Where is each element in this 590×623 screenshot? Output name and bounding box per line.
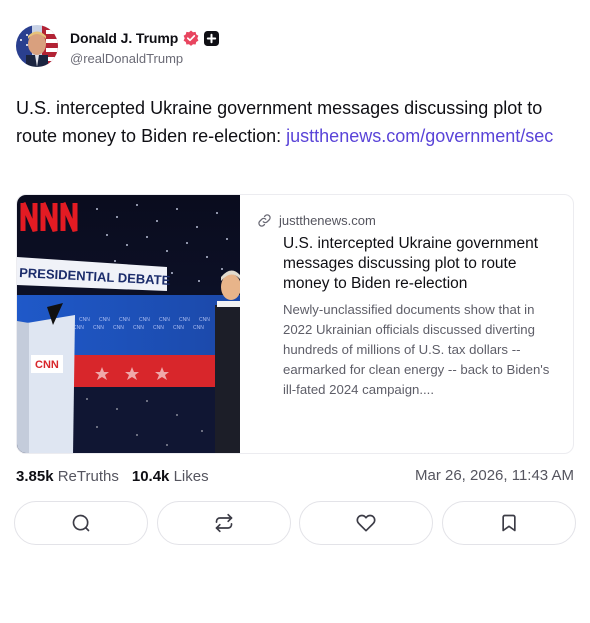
- avatar[interactable]: [16, 25, 58, 67]
- author-handle[interactable]: @realDonaldTrump: [70, 51, 183, 66]
- card-domain-row: justthenews.com: [257, 211, 557, 229]
- truth-post: Donald J. Trump @realDonaldTrump U.S. in…: [0, 0, 590, 623]
- likes-stat[interactable]: 10.4k Likes: [132, 468, 209, 485]
- svg-text:CNN: CNN: [159, 317, 170, 323]
- svg-text:CNN: CNN: [179, 317, 190, 323]
- retruth-icon: [215, 513, 232, 533]
- reply-button[interactable]: [14, 501, 148, 545]
- post-timestamp[interactable]: Mar 26, 2026, 11:43 AM: [415, 466, 574, 486]
- avatar-image: [16, 25, 58, 67]
- likes-count: 10.4k: [131, 467, 170, 485]
- svg-text:CNN: CNN: [119, 317, 130, 323]
- verified-badge-icon: [183, 30, 199, 46]
- svg-text:CNN: CNN: [133, 325, 144, 331]
- action-bar: [14, 501, 576, 545]
- engagement-stats: 3.85k ReTruths 10.4k Likes: [16, 466, 209, 486]
- like-button[interactable]: [299, 501, 434, 545]
- svg-text:CNN: CNN: [173, 325, 184, 331]
- retruths-stat[interactable]: 3.85k ReTruths: [16, 468, 119, 485]
- bookmark-button[interactable]: [441, 501, 576, 545]
- post-body: U.S. intercepted Ukraine government mess…: [16, 94, 576, 150]
- card-description: Newly-unclassified documents show that i…: [283, 302, 550, 397]
- svg-text:CNN: CNN: [199, 317, 210, 323]
- author-name[interactable]: Donald J. Trump: [70, 30, 178, 46]
- network-logo-text: CNN: [35, 359, 59, 371]
- author-row: Donald J. Trump: [70, 29, 220, 47]
- svg-text:CNN: CNN: [93, 325, 104, 331]
- retruth-button[interactable]: [156, 501, 291, 545]
- card-image: PRESIDENTIAL DEBATE CNN CNN CNN CNN CNN CNN CN…: [17, 195, 240, 453]
- retruths-count: 3.85k: [16, 467, 54, 485]
- plus-badge-icon: [204, 30, 220, 46]
- heart-icon: [356, 514, 376, 532]
- link-icon: [257, 213, 272, 228]
- retruths-label: ReTruths: [57, 467, 119, 485]
- card-title[interactable]: U.S. intercepted Ukraine government mess…: [283, 234, 551, 294]
- svg-text:CNN: CNN: [113, 325, 124, 331]
- link-preview-card[interactable]: PRESIDENTIAL DEBATE CNN CNN CNN CNN CNN CNN CN…: [16, 194, 574, 454]
- post-link[interactable]: justthenews.com/government/sec: [286, 126, 553, 146]
- card-domain: justthenews.com: [279, 212, 376, 228]
- comment-icon: [72, 514, 90, 532]
- likes-label: Likes: [173, 467, 209, 485]
- svg-text:CNN: CNN: [193, 325, 204, 331]
- svg-text:CNN: CNN: [99, 317, 110, 323]
- svg-text:CNN: CNN: [153, 325, 164, 331]
- svg-text:CNN: CNN: [79, 317, 90, 323]
- svg-text:CNN: CNN: [139, 317, 150, 323]
- bookmark-icon: [502, 514, 516, 532]
- card-body: justthenews.com U.S. intercepted Ukraine…: [257, 211, 557, 400]
